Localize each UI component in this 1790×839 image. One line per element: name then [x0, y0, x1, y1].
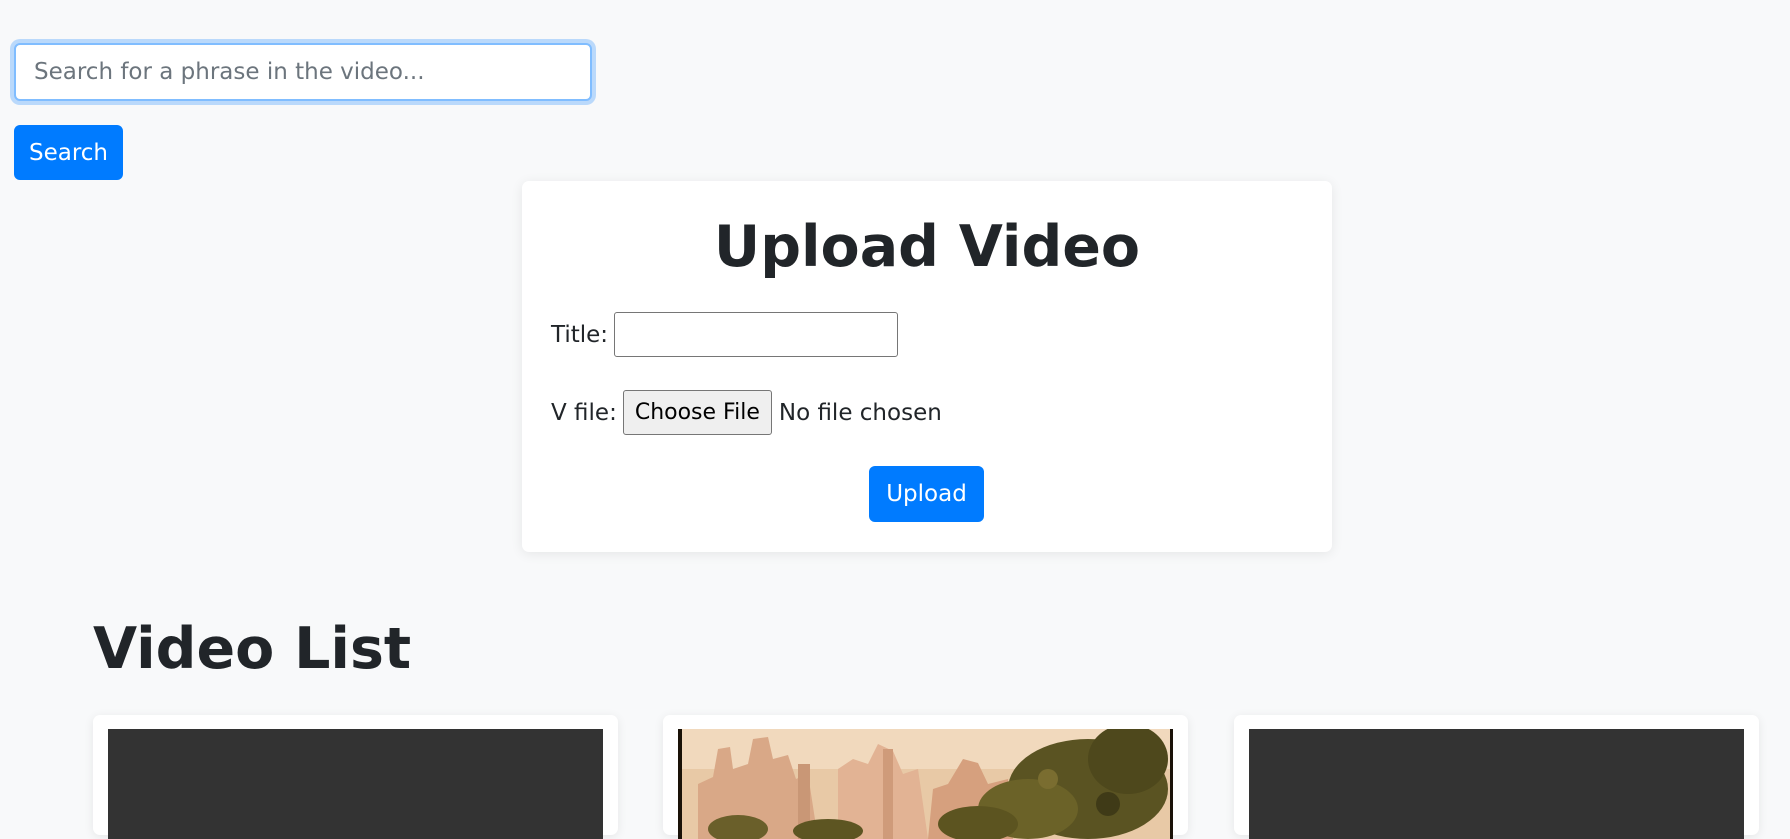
title-label: Title:: [551, 321, 609, 348]
upload-button[interactable]: Upload: [869, 466, 984, 522]
search-bar: [14, 43, 592, 101]
search-button[interactable]: Search: [14, 125, 123, 180]
video-card[interactable]: [93, 715, 618, 839]
choose-file-button[interactable]: Choose File: [622, 390, 772, 435]
search-input[interactable]: [14, 43, 592, 101]
painting-thumbnail-image: [682, 729, 1170, 839]
video-card[interactable]: [663, 715, 1188, 839]
upload-card: Upload Video Title: V file: Choose File …: [522, 181, 1332, 552]
title-input[interactable]: [614, 312, 899, 357]
video-thumbnail[interactable]: [108, 729, 603, 839]
file-status: No file chosen: [778, 399, 942, 426]
file-row: V file: Choose File No file chosen: [551, 390, 942, 435]
video-thumbnail[interactable]: [1249, 729, 1744, 839]
upload-heading: Upload Video: [713, 214, 1141, 280]
video-list-heading: Video List: [93, 616, 412, 682]
video-card[interactable]: [1234, 715, 1759, 839]
video-thumbnail[interactable]: [678, 729, 1173, 839]
title-row: Title:: [551, 312, 899, 357]
file-label: V file:: [551, 399, 617, 426]
